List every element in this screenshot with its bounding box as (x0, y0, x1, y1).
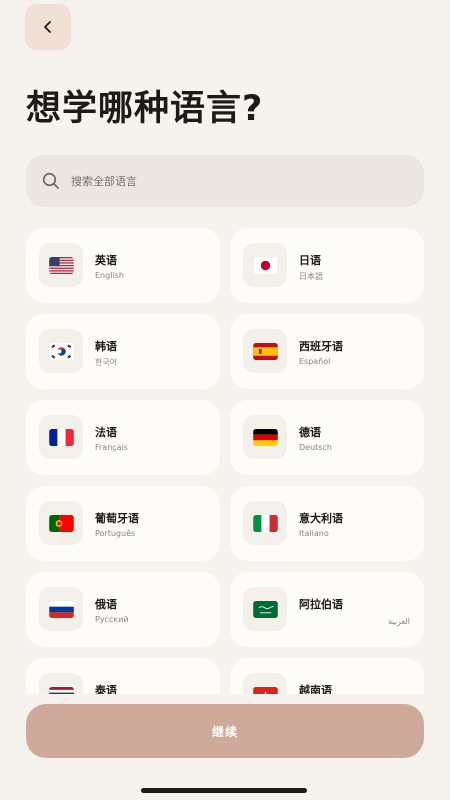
language-card-japanese[interactable]: 日语 日本語 (230, 228, 424, 303)
page-title: 想学哪种语言? (26, 89, 264, 129)
jp-flag-icon (252, 256, 278, 274)
language-name: 意大利语 (299, 512, 343, 525)
language-native-name: Français (95, 443, 128, 452)
flag-container (39, 243, 83, 287)
ru-flag-icon (48, 600, 74, 618)
language-card-spanish[interactable]: 西班牙语 Español (230, 314, 424, 389)
language-native-name: Italiano (299, 529, 329, 538)
search-icon (42, 172, 60, 190)
language-card-english[interactable]: 英语 English (26, 228, 220, 303)
vn-flag-icon (252, 686, 278, 694)
language-card-korean[interactable]: 韩语 한국어 (26, 314, 220, 389)
language-card-italian[interactable]: 意大利语 Italiano (230, 486, 424, 561)
search-bar[interactable] (26, 155, 424, 207)
language-name: 越南语 (299, 684, 332, 694)
flag-container (39, 329, 83, 373)
language-card-arabic[interactable]: 阿拉伯语 العربية (230, 572, 424, 647)
th-flag-icon (48, 686, 74, 694)
language-name: 葡萄牙语 (95, 512, 139, 525)
us-flag-icon (48, 256, 74, 274)
flag-container (39, 587, 83, 631)
de-flag-icon (252, 428, 278, 446)
language-native-name: العربية (388, 617, 410, 626)
language-name: 日语 (299, 254, 321, 267)
flag-container (243, 501, 287, 545)
flag-container (243, 243, 287, 287)
flag-container (39, 415, 83, 459)
language-native-name: Español (299, 357, 331, 366)
continue-button[interactable]: 继续 (26, 704, 424, 758)
language-native-name: 日本語 (299, 272, 323, 281)
language-name: 西班牙语 (299, 340, 343, 353)
chevron-left-icon (44, 21, 51, 33)
flag-container (243, 329, 287, 373)
flag-container (243, 673, 287, 694)
language-name: 泰语 (95, 684, 117, 694)
language-card-german[interactable]: 德语 Deutsch (230, 400, 424, 475)
language-list[interactable]: 英语 English 日语 日本語 韩语 한국어 西班牙语 Español 法语… (0, 228, 450, 694)
language-card-vietnamese[interactable]: 越南语 (230, 658, 424, 694)
language-card-thai[interactable]: 泰语 (26, 658, 220, 694)
flag-container (243, 587, 287, 631)
flag-container (39, 501, 83, 545)
language-native-name: 한국어 (95, 358, 118, 367)
language-card-french[interactable]: 法语 Français (26, 400, 220, 475)
language-name: 英语 (95, 254, 117, 267)
language-name: 法语 (95, 426, 117, 439)
flag-container (39, 673, 83, 694)
kr-flag-icon (48, 342, 74, 360)
language-native-name: Русский (95, 615, 129, 624)
home-indicator[interactable] (141, 788, 307, 793)
language-native-name: Deutsch (299, 443, 332, 452)
language-name: 德语 (299, 426, 321, 439)
language-native-name: English (95, 271, 124, 280)
flag-container (243, 415, 287, 459)
language-card-portuguese[interactable]: 葡萄牙语 Português (26, 486, 220, 561)
search-input[interactable] (71, 174, 371, 188)
es-flag-icon (252, 342, 278, 360)
language-native-name: Português (95, 529, 136, 538)
it-flag-icon (252, 514, 278, 532)
language-name: 俄语 (95, 598, 117, 611)
pt-flag-icon (48, 514, 74, 532)
language-name: 韩语 (95, 340, 117, 353)
sa-flag-icon (252, 600, 278, 618)
back-button[interactable] (25, 4, 71, 50)
language-name: 阿拉伯语 (299, 598, 343, 611)
language-card-russian[interactable]: 俄语 Русский (26, 572, 220, 647)
fr-flag-icon (48, 428, 74, 446)
